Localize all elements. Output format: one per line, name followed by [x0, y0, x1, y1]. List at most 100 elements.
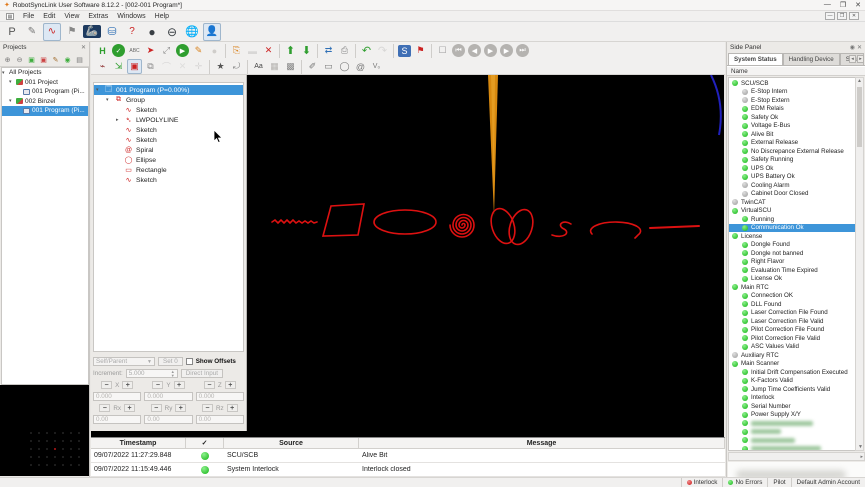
menu-item-view[interactable]: View: [64, 13, 79, 20]
status-item-k-factors-valid[interactable]: K-Factors Valid: [729, 377, 855, 386]
status-item-dongle-found[interactable]: Dongle Found: [729, 241, 855, 250]
program-tree-item-sketch[interactable]: ∿Sketch: [94, 105, 243, 115]
axis-y-plus-button[interactable]: +: [174, 381, 185, 389]
project-tree-item[interactable]: ▾001 Project: [2, 78, 88, 88]
program-tree-item-group[interactable]: ▾⧉Group: [94, 95, 243, 105]
robot-export-button[interactable]: ⇲: [111, 59, 126, 74]
status-item-pilot-correction-file-valid[interactable]: Pilot Correction File Valid: [729, 334, 855, 343]
expander-icon[interactable]: ▾: [9, 79, 14, 85]
reference-combo[interactable]: Self/Parent▼: [93, 357, 155, 366]
side-panel-close-icon[interactable]: ✕: [857, 44, 862, 51]
collapse-all-button[interactable]: ⊖: [14, 54, 25, 65]
status-item-initial-drift-compensation-executed[interactable]: Initial Drift Compensation Executed: [729, 368, 855, 377]
status-item-edm-relais[interactable]: EDM Relais: [729, 105, 855, 114]
image-button[interactable]: ▦: [267, 59, 282, 74]
show-offsets-checkbox[interactable]: [186, 358, 193, 365]
status-item-laser-correction-file-found[interactable]: Laser Correction File Found: [729, 309, 855, 318]
activate-project-button[interactable]: ◉: [62, 54, 73, 65]
drawing-canvas[interactable]: [247, 75, 724, 437]
run-button[interactable]: ▶: [175, 43, 190, 58]
program-tree-item-sketch[interactable]: ∿Sketch: [94, 175, 243, 185]
weld-torch-button[interactable]: ⌁: [95, 59, 110, 74]
program-tree-item-spiral[interactable]: @Spiral: [94, 145, 243, 155]
program-tree-item-lwpolyline[interactable]: ▸➴LWPOLYLINE: [94, 115, 243, 125]
camera-a-button[interactable]: ●: [143, 23, 161, 41]
preview-3d-view[interactable]: [0, 385, 89, 476]
program-tree-item-001-program-p-0-00-[interactable]: ▾🗔001 Program (P=0.00%): [94, 85, 243, 95]
wireless-button[interactable]: ⌒: [159, 59, 174, 74]
side-panel-hscrollbar[interactable]: ▸: [728, 452, 865, 461]
globe-button[interactable]: 🌐: [183, 23, 201, 41]
scribble-tool-button[interactable]: ∿: [43, 23, 61, 41]
status-item-pilot-correction-file-found[interactable]: Pilot Correction File Found: [729, 326, 855, 335]
program-tree-item-rectangle[interactable]: ▭Rectangle: [94, 165, 243, 175]
status-item-ups-ok[interactable]: UPS Ok: [729, 164, 855, 173]
axis-value-2[interactable]: 0.000: [196, 392, 244, 401]
menu-item-file[interactable]: File: [23, 13, 34, 20]
status-item-twincat[interactable]: TwinCAT: [729, 198, 855, 207]
status-item-cabinet-door-closed[interactable]: Cabinet Door Closed: [729, 190, 855, 199]
status-item-main-rtc[interactable]: Main RTC: [729, 283, 855, 292]
status-item-dll-found[interactable]: DLL Found: [729, 300, 855, 309]
status-item-voltage-e-bus[interactable]: Voltage E-Bus: [729, 122, 855, 131]
log-col-timestamp[interactable]: Timestamp: [91, 438, 186, 448]
new-project-button[interactable]: ▣: [26, 54, 37, 65]
menu-item-help[interactable]: Help: [155, 13, 169, 20]
camera-layers-button[interactable]: ⎙: [337, 43, 352, 58]
axis-x-plus-button[interactable]: +: [122, 381, 133, 389]
p-tool-button[interactable]: P: [3, 23, 21, 41]
status-item-interlock[interactable]: Interlock: [729, 394, 855, 403]
detect-button[interactable]: ⇄: [321, 43, 336, 58]
status-item-e-stop-intern[interactable]: E-Stop Intern: [729, 88, 855, 97]
status-item-no-discrepance-external-release[interactable]: No Discrepance External Release: [729, 147, 855, 156]
restore-button[interactable]: ❐: [840, 1, 846, 9]
s-document-button[interactable]: S: [397, 43, 412, 58]
minimize-button[interactable]: —: [824, 1, 831, 9]
project-tree-item[interactable]: 001 Program (Pi...: [2, 106, 88, 116]
status-item-ups-battery-ok[interactable]: UPS Battery Ok: [729, 173, 855, 182]
axis-x-minus-button[interactable]: −: [101, 381, 112, 389]
spiral-tool-button[interactable]: @: [353, 59, 368, 74]
nav-play-button[interactable]: ▶: [483, 43, 498, 58]
status-item-auxiliary-rtc[interactable]: Auxiliary RTC: [729, 351, 855, 360]
close-x-button[interactable]: ✕: [175, 59, 190, 74]
status-item-laser-correction-file-valid[interactable]: Laser Correction File Valid: [729, 317, 855, 326]
log-col-status[interactable]: ✓: [186, 438, 224, 448]
status-item-evaluation-time-expired[interactable]: Evaluation Time Expired: [729, 266, 855, 275]
rot-value-1[interactable]: 0.00: [144, 415, 192, 424]
expander-icon[interactable]: ▾: [96, 87, 101, 93]
projects-root-item[interactable]: ▾All Projects: [2, 68, 88, 78]
status-item-right-flavor[interactable]: Right Flavor: [729, 258, 855, 267]
project-tree-item[interactable]: ▾002 Binzel: [2, 97, 88, 107]
axis-z-minus-button[interactable]: −: [204, 381, 215, 389]
flag-monitor-button[interactable]: ⚑: [63, 23, 81, 41]
status-item-virtualscu[interactable]: VirtualSCU: [729, 207, 855, 216]
rectangle-tool-button[interactable]: ▭: [321, 59, 336, 74]
matrix-button[interactable]: ▩: [283, 59, 298, 74]
log-row[interactable]: 09/07/2022 11:27:29.848SCU/SCBAlive Bit: [91, 449, 725, 463]
copy-pages-button[interactable]: ⧉: [143, 59, 158, 74]
paste-button[interactable]: ⎘: [229, 43, 244, 58]
robot-button[interactable]: 🦾: [83, 23, 101, 41]
status-item-license[interactable]: License: [729, 232, 855, 241]
tab-handling-device[interactable]: Handling Device: [783, 53, 840, 65]
set-zero-button[interactable]: Set 0: [158, 357, 183, 366]
status-item-e-stop-extern[interactable]: E-Stop Extern: [729, 96, 855, 105]
child-restore-button[interactable]: ❐: [837, 12, 847, 20]
nav-last-button[interactable]: ⏭: [515, 43, 530, 58]
status-item-connection-ok[interactable]: Connection OK: [729, 292, 855, 301]
axis-z-plus-button[interactable]: +: [225, 381, 236, 389]
nav-next-button[interactable]: ▶: [499, 43, 514, 58]
log-row[interactable]: 09/07/2022 11:15:49.446System InterlockI…: [91, 463, 725, 477]
robot-help-button[interactable]: ?: [123, 23, 141, 41]
expander-icon[interactable]: ▾: [9, 98, 14, 104]
status-item-jump-time-coefficients-valid[interactable]: Jump Time Coefficients Valid: [729, 385, 855, 394]
close-button[interactable]: ✕: [855, 1, 861, 9]
database-button[interactable]: ⛁: [103, 23, 121, 41]
redo-button[interactable]: ↷: [375, 43, 390, 58]
tab-scroll-right-icon[interactable]: ▸: [857, 55, 864, 63]
status-item-communication-ok[interactable]: Communication Ok: [729, 224, 855, 233]
nav-first-button[interactable]: ⏮: [451, 43, 466, 58]
increment-spinbox[interactable]: 5.000▲▼: [126, 369, 178, 378]
rot-rx-minus-button[interactable]: −: [99, 404, 110, 412]
